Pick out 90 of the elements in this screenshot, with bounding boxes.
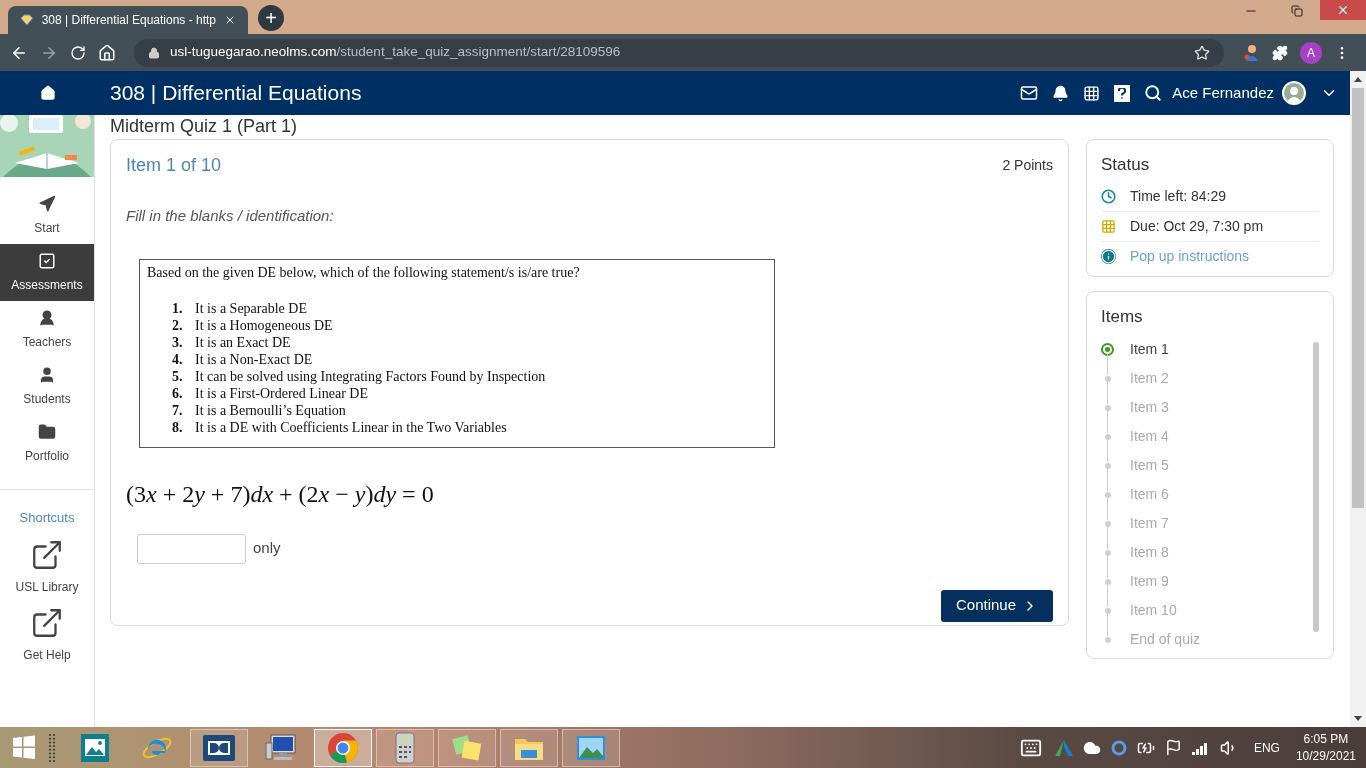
question-prompt: Based on the given DE below, which of the following statement/s is/are true?: [147, 263, 581, 282]
statement-text: It is a Separable DE: [195, 299, 307, 317]
statement-number: 8.: [172, 418, 184, 436]
user-icon: [38, 308, 56, 327]
statement-number: 3.: [172, 333, 184, 351]
computer-icon: [265, 732, 297, 763]
calculator-icon: [394, 731, 416, 764]
points-label: 2 Points: [1002, 156, 1053, 175]
extensions-icon[interactable]: [1272, 44, 1288, 61]
photo-app-icon: [80, 732, 110, 763]
answer-field[interactable]: [137, 533, 246, 564]
sidebar-item[interactable]: Teachers: [0, 301, 94, 358]
statement-number: 4.: [172, 350, 184, 368]
ring-icon[interactable]: [1110, 739, 1127, 756]
user-avatar[interactable]: [1282, 81, 1306, 105]
sidebar-item[interactable]: Assessments: [0, 244, 94, 301]
statement-number: 7.: [172, 401, 184, 419]
status-text: Time left: 84:29: [1130, 186, 1226, 206]
profile-avatar[interactable]: A: [1300, 41, 1322, 64]
item-link[interactable]: Item 1: [1130, 339, 1169, 360]
statement-text: It is a Non-Exact DE: [195, 350, 313, 368]
chrome-icon: [327, 731, 359, 764]
statement-text: It is a Bernoulli’s Equation: [195, 401, 346, 419]
items-heading: Items: [1101, 305, 1144, 328]
item-heading: Item 1 of 10: [126, 154, 222, 177]
scrollbar[interactable]: [1350, 71, 1366, 727]
lock-icon: [148, 46, 160, 59]
help-icon[interactable]: [1114, 84, 1131, 102]
search-icon[interactable]: [1144, 84, 1163, 102]
course-title: 308 | Differential Equations: [110, 80, 362, 107]
browser-tab[interactable]: 308 | Differential Equations - http: [8, 6, 248, 34]
statement-text: It is a First-Ordered Linear DE: [195, 384, 368, 402]
url-domain: usl-tuguegarao.neolms.com: [170, 44, 337, 60]
clock-icon: [1101, 188, 1116, 204]
diamond-logo-icon: [20, 13, 34, 27]
shortcut-link[interactable]: Get Help: [23, 605, 71, 664]
shortcuts-heading: Shortcuts: [19, 509, 75, 527]
address-bar[interactable]: usl-tuguegarao.neolms.com/student_take_quiz_assignment/start/28109596: [134, 38, 1224, 67]
person-extension-icon[interactable]: [1244, 43, 1260, 62]
flag-icon[interactable]: [1164, 739, 1182, 756]
sticky-notes-icon: [451, 732, 483, 763]
bookmark-star-icon[interactable]: [1194, 44, 1210, 61]
calendar-icon: [1101, 218, 1116, 234]
triangle-logo-icon[interactable]: [1054, 739, 1073, 756]
folder-icon: [38, 422, 56, 441]
home-icon[interactable]: [98, 43, 116, 62]
scroll-down-icon[interactable]: [1354, 716, 1362, 722]
instruction-text: Fill in the blanks / identification:: [126, 206, 335, 226]
equation: (3x + 2y + 7)dx + (2x − y)dy = 0: [126, 479, 435, 509]
checkbox-icon: [38, 251, 56, 270]
tab-title: 308 | Differential Equations - http: [41, 12, 217, 29]
status-heading: Status: [1101, 155, 1150, 174]
url-path: /student_take_quiz_assignment/start/28109596: [336, 44, 621, 60]
close-icon: [1336, 3, 1350, 17]
reload-icon[interactable]: [70, 44, 86, 61]
navigation-icon: [38, 194, 56, 213]
statement-text: It is an Exact DE: [195, 333, 291, 351]
sidebar-item[interactable]: Start: [0, 187, 94, 244]
new-tab-button[interactable]: +: [258, 5, 284, 31]
statement-number: 2.: [172, 316, 184, 334]
dotted-grip-icon: [48, 732, 58, 763]
statement-number: 6.: [172, 384, 184, 402]
taskbar-app[interactable]: [190, 728, 248, 767]
taskbar-app[interactable]: [314, 728, 372, 767]
statement-text: It is a DE with Coefficients Linear in the Two Variables: [195, 418, 507, 436]
dolby-icon: [203, 734, 235, 761]
shortcut-link[interactable]: USL Library: [15, 537, 79, 596]
continue-button[interactable]: Continue: [940, 589, 1053, 622]
calendar-icon[interactable]: [1083, 84, 1101, 102]
answer-suffix: only: [253, 538, 281, 559]
statement-number: 1.: [172, 299, 184, 317]
user-name[interactable]: Ace Fernandez: [1172, 81, 1274, 105]
status-text: Due: Oct 29, 7:30 pm: [1130, 216, 1264, 236]
statement-number: 5.: [172, 367, 184, 385]
bell-icon[interactable]: [1052, 84, 1070, 102]
signal-icon[interactable]: [1191, 740, 1210, 755]
mail-icon[interactable]: [1020, 84, 1039, 102]
scroll-up-icon[interactable]: [1354, 76, 1362, 82]
clock[interactable]: 6:05 PM 10/29/2021: [1295, 730, 1356, 765]
home-icon[interactable]: [40, 85, 56, 101]
user-icon: [38, 365, 56, 384]
landscape-icon: [575, 733, 607, 762]
scrollbar-thumb[interactable]: [1313, 341, 1319, 632]
language-indicator[interactable]: ENG: [1253, 738, 1280, 757]
page-title: Midterm Quiz 1 (Part 1): [110, 115, 299, 138]
statement-text: It can be solved using Integrating Factors Found by Inspection: [195, 367, 546, 385]
sidebar-item[interactable]: Students: [0, 358, 94, 415]
statement-text: It is a Homogeneous DE: [195, 316, 333, 334]
sidebar-item[interactable]: Portfolio: [0, 415, 94, 472]
info-icon: [1101, 249, 1116, 264]
